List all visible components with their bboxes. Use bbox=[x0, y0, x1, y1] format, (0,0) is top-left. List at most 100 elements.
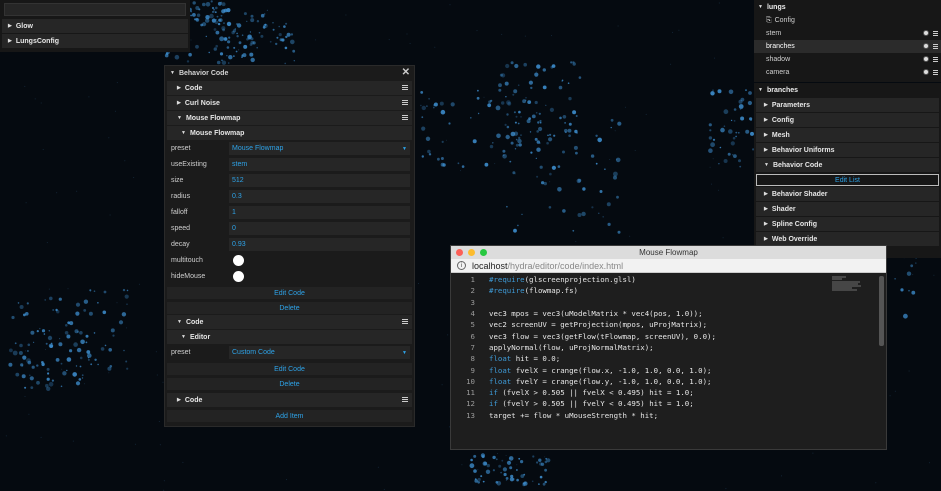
preset-select[interactable]: Mouse Flowmap ▼ bbox=[229, 142, 410, 155]
edit-code-button-2[interactable]: Edit Code bbox=[167, 363, 412, 375]
tree-item-camera[interactable]: camera bbox=[754, 66, 941, 79]
window-titlebar: Mouse Flowmap bbox=[451, 246, 886, 259]
glow-folder[interactable]: ▶ Glow bbox=[2, 19, 188, 33]
menu-icon[interactable] bbox=[402, 85, 408, 90]
curl-noise-folder[interactable]: ▶ Curl Noise bbox=[167, 96, 412, 110]
section-spline-config[interactable]: ▶ Spline Config bbox=[756, 217, 939, 231]
eye-icon[interactable] bbox=[923, 43, 929, 49]
chevron-down-icon: ▼ bbox=[181, 334, 186, 340]
section-shader[interactable]: ▶ Shader bbox=[756, 202, 939, 216]
chevron-down-icon: ▼ bbox=[181, 130, 186, 136]
mouse-flowmap-subfolder[interactable]: ▼ Mouse Flowmap bbox=[167, 126, 412, 140]
chevron-right-icon: ▶ bbox=[177, 397, 181, 403]
close-icon[interactable]: ✕ bbox=[402, 67, 410, 78]
line-number: 13 bbox=[466, 410, 475, 420]
chevron-right-icon: ▶ bbox=[764, 102, 768, 108]
code-text: applyNormal(flow, uProjNormalMatrix); bbox=[489, 342, 654, 352]
chevron-down-icon: ▼ bbox=[764, 162, 769, 168]
prop-label: speed bbox=[171, 225, 191, 232]
menu-icon[interactable] bbox=[402, 100, 408, 105]
line-number: 7 bbox=[470, 342, 475, 352]
code-text: hit = 0.0; bbox=[511, 354, 561, 364]
line-number: 9 bbox=[470, 365, 475, 375]
zoom-window-button[interactable] bbox=[480, 249, 487, 256]
edit-code-button[interactable]: Edit Code bbox=[167, 287, 412, 299]
code-editor-window: Mouse Flowmap i localhost/hydra/editor/c… bbox=[450, 245, 887, 450]
preset-select-2[interactable]: Custom Code ▼ bbox=[229, 346, 410, 359]
eye-icon[interactable] bbox=[923, 56, 929, 62]
search-input[interactable] bbox=[4, 3, 186, 16]
line-number: 2 bbox=[470, 286, 475, 296]
menu-icon[interactable] bbox=[933, 70, 938, 75]
code-line: 10 float fvelY = crange(flow.y, -1.0, 1.0… bbox=[451, 376, 886, 387]
prop-value: 0.93 bbox=[232, 241, 246, 248]
code-text: vec3 mpos = vec3(uModelMatrix * vec4(pos… bbox=[489, 309, 703, 319]
section-web-override[interactable]: ▶ Web Override bbox=[756, 232, 939, 246]
section-config[interactable]: ▶ Config bbox=[756, 113, 939, 127]
line-number: 6 bbox=[470, 331, 475, 341]
delete-button[interactable]: Delete bbox=[167, 302, 412, 314]
eye-icon[interactable] bbox=[923, 30, 929, 36]
hidemouse-row: hideMouse bbox=[167, 269, 412, 284]
code-folder[interactable]: ▶ Code bbox=[167, 81, 412, 95]
hidemouse-toggle[interactable] bbox=[233, 271, 244, 282]
delete-button-2[interactable]: Delete bbox=[167, 378, 412, 390]
menu-icon[interactable] bbox=[933, 57, 938, 62]
prop-input-decay[interactable]: 0.93 bbox=[229, 238, 410, 251]
menu-icon[interactable] bbox=[402, 397, 408, 402]
prop-value: 512 bbox=[232, 177, 244, 184]
chevron-right-icon: ▶ bbox=[764, 236, 768, 242]
prop-value: Mouse Flowmap bbox=[232, 145, 284, 152]
prop-input-radius[interactable]: 0.3 bbox=[229, 190, 410, 203]
menu-icon[interactable] bbox=[402, 115, 408, 120]
editor-scrollbar[interactable] bbox=[879, 276, 884, 346]
chevron-right-icon: ▶ bbox=[764, 206, 768, 212]
multitouch-toggle[interactable] bbox=[233, 255, 244, 266]
prop-input-useExisting[interactable]: stem bbox=[229, 158, 410, 171]
line-number: 11 bbox=[466, 388, 475, 398]
line-number: 3 bbox=[470, 297, 475, 307]
section-mesh[interactable]: ▶ Mesh bbox=[756, 128, 939, 142]
code-text: fvelY = crange(flow.y, -1.0, 1.0, 0.0, 1… bbox=[511, 376, 712, 386]
close-window-button[interactable] bbox=[456, 249, 463, 256]
edit-list-button[interactable]: Edit List bbox=[756, 174, 939, 186]
code-folder-2[interactable]: ▼ Code bbox=[167, 315, 412, 329]
menu-icon[interactable] bbox=[933, 31, 938, 36]
tree-item-shadow[interactable]: shadow bbox=[754, 53, 941, 66]
code-text: (flowmap.fs) bbox=[524, 286, 579, 296]
address-bar[interactable]: i localhost/hydra/editor/code/index.html bbox=[451, 259, 886, 273]
prop-input-falloff[interactable]: 1 bbox=[229, 206, 410, 219]
mouse-flowmap-folder[interactable]: ▼ Mouse Flowmap bbox=[167, 111, 412, 125]
line-number: 1 bbox=[470, 275, 475, 285]
prop-input-speed[interactable]: 0 bbox=[229, 222, 410, 235]
section-behavior-shader[interactable]: ▶ Behavior Shader bbox=[756, 187, 939, 201]
chevron-right-icon: ▶ bbox=[764, 147, 768, 153]
info-icon[interactable]: i bbox=[457, 261, 466, 270]
tree-config[interactable]: ⎘ Config bbox=[754, 14, 941, 27]
menu-icon[interactable] bbox=[402, 319, 408, 324]
branches-header[interactable]: ▼ branches bbox=[754, 83, 941, 97]
lungsconfig-folder[interactable]: ▶ LungsConfig bbox=[2, 34, 188, 48]
scene-tree-panel: ▼ lungs ⎘ Config stem branches shadow came… bbox=[754, 0, 941, 82]
preset-row-2: preset Custom Code ▼ bbox=[167, 345, 412, 360]
code-text: vec3 flow = vec3(getFlow(tFlowmap, scree… bbox=[489, 331, 716, 341]
tree-item-branches[interactable]: branches bbox=[754, 40, 941, 53]
left-panel: ▶ Glow ▶ LungsConfig bbox=[0, 0, 190, 52]
code-minimap[interactable] bbox=[832, 276, 862, 292]
prop-row-decay: decay 0.93 bbox=[167, 237, 412, 252]
minimize-window-button[interactable] bbox=[468, 249, 475, 256]
code-line: 9 float fvelX = crange(flow.x, -1.0, 1.0,… bbox=[451, 364, 886, 375]
section-behavior-uniforms[interactable]: ▶ Behavior Uniforms bbox=[756, 143, 939, 157]
eye-icon[interactable] bbox=[923, 69, 929, 75]
code-folder-3[interactable]: ▶ Code bbox=[167, 393, 412, 407]
menu-icon[interactable] bbox=[933, 44, 938, 49]
tree-item-stem[interactable]: stem bbox=[754, 27, 941, 40]
code-editor[interactable]: 1 #require (glscreenprojection.glsl) 2 #requ… bbox=[451, 274, 886, 449]
section-behavior-code[interactable]: ▼ Behavior Code bbox=[756, 158, 939, 172]
prop-input-size[interactable]: 512 bbox=[229, 174, 410, 187]
add-item-button[interactable]: Add Item bbox=[167, 410, 412, 422]
code-line: 5 vec2 screenUV = getProjection(mpos, uPr… bbox=[451, 319, 886, 330]
editor-folder[interactable]: ▼ Editor bbox=[167, 330, 412, 344]
tree-root[interactable]: ▼ lungs bbox=[754, 0, 941, 14]
section-parameters[interactable]: ▶ Parameters bbox=[756, 98, 939, 112]
